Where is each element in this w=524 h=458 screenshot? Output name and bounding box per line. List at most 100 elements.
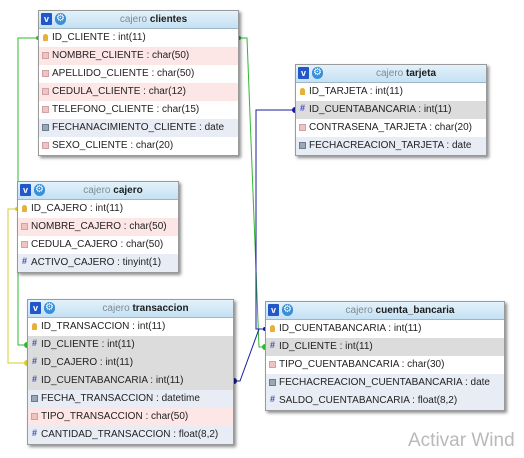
- field-row[interactable]: # ACTIVO_CAJERO : tinyint(1): [18, 254, 178, 272]
- field-row[interactable]: # ID_CUENTABANCARIA : int(11): [296, 101, 486, 119]
- text-field-icon: [42, 142, 49, 149]
- text-field-icon: [31, 413, 38, 420]
- field-label: APELLIDO_CLIENTE : char(50): [52, 68, 195, 79]
- text-field-icon: [42, 52, 49, 59]
- field-row[interactable]: TIPO_CUENTABANCARIA : char(30): [266, 356, 504, 374]
- field-row[interactable]: ID_TARJETA : int(11): [296, 83, 486, 101]
- field-row[interactable]: ID_CUENTABANCARIA : int(11): [266, 320, 504, 338]
- field-label: TIPO_CUENTABANCARIA : char(30): [279, 359, 445, 370]
- field-label: FECHA_TRANSACCION : datetime: [41, 393, 200, 404]
- text-field-icon: [42, 70, 49, 77]
- table-name: transaccion: [132, 303, 189, 314]
- table-title: cajero tarjeta: [328, 65, 484, 82]
- field-row[interactable]: FECHACREACION_TARJETA : date: [296, 137, 486, 155]
- field-row[interactable]: # ID_CAJERO : int(11): [28, 354, 233, 372]
- field-row[interactable]: # ID_CLIENTE : int(11): [28, 336, 233, 354]
- gear-icon[interactable]: ⚙: [312, 67, 323, 79]
- numeric-field-icon: #: [21, 256, 27, 266]
- collapse-toggle-icon[interactable]: v: [41, 13, 52, 25]
- collapse-toggle-icon[interactable]: v: [20, 184, 31, 196]
- field-label: NOMBRE_CAJERO : char(50): [31, 221, 167, 232]
- text-field-icon: [269, 361, 276, 368]
- field-row[interactable]: SEXO_CLIENTE : char(20): [39, 137, 238, 155]
- primary-key-icon: [43, 34, 48, 41]
- field-row[interactable]: ID_CAJERO : int(11): [18, 200, 178, 218]
- database-name: cajero: [345, 305, 373, 316]
- field-row[interactable]: NOMBRE_CLIENTE : char(50): [39, 47, 238, 65]
- field-row[interactable]: FECHACREACION_CUENTABANCARIA : date: [266, 374, 504, 392]
- field-label: CONTRASENA_TARJETA : char(20): [309, 122, 472, 133]
- relation-line: [239, 37, 265, 348]
- gear-icon[interactable]: ⚙: [44, 302, 55, 314]
- field-label: ID_CUENTABANCARIA : int(11): [309, 104, 452, 115]
- table-clientes[interactable]: v ⚙ cajero clientes ID_CLIENTE : int(11)…: [38, 10, 239, 156]
- table-title: cajero clientes: [71, 11, 236, 28]
- text-field-icon: [42, 106, 49, 113]
- gear-icon[interactable]: ⚙: [282, 304, 293, 316]
- text-field-icon: [21, 223, 28, 230]
- field-label: ID_CAJERO : int(11): [41, 357, 134, 368]
- field-label: ID_CUENTABANCARIA : int(11): [41, 375, 184, 386]
- table-title: cajero cuenta_bancaria: [298, 302, 502, 319]
- field-label: ID_CLIENTE : int(11): [41, 339, 135, 350]
- table-header[interactable]: v ⚙ cajero cajero: [18, 182, 178, 200]
- table-cuenta-bancaria[interactable]: v ⚙ cajero cuenta_bancaria ID_CUENTABANC…: [265, 301, 505, 411]
- field-label: ID_CLIENTE : int(11): [279, 341, 373, 352]
- table-name: tarjeta: [406, 68, 437, 79]
- gear-icon[interactable]: ⚙: [55, 13, 66, 25]
- field-label: FECHACREACION_TARJETA : date: [309, 140, 472, 151]
- primary-key-icon: [32, 323, 37, 330]
- table-header[interactable]: v ⚙ cajero cuenta_bancaria: [266, 302, 504, 320]
- database-name: cajero: [375, 68, 404, 79]
- field-row[interactable]: FECHA_TRANSACCION : datetime: [28, 390, 233, 408]
- field-label: SEXO_CLIENTE : char(20): [52, 140, 174, 151]
- primary-key-icon: [300, 88, 305, 95]
- gear-icon[interactable]: ⚙: [34, 184, 45, 196]
- field-label: CANTIDAD_TRANSACCION : float(8,2): [41, 429, 219, 440]
- field-row[interactable]: FECHANACIMIENTO_CLIENTE : date: [39, 119, 238, 137]
- field-row[interactable]: CONTRASENA_TARJETA : char(20): [296, 119, 486, 137]
- field-label: ID_TRANSACCION : int(11): [41, 321, 166, 332]
- text-field-icon: [21, 241, 28, 248]
- field-row[interactable]: TELEFONO_CLIENTE : char(15): [39, 101, 238, 119]
- table-header[interactable]: v ⚙ cajero clientes: [39, 11, 238, 29]
- table-name: cajero: [113, 185, 143, 196]
- table-header[interactable]: v ⚙ cajero transaccion: [28, 300, 233, 318]
- collapse-toggle-icon[interactable]: v: [268, 304, 279, 316]
- table-tarjeta[interactable]: v ⚙ cajero tarjeta ID_TARJETA : int(11) #…: [295, 64, 487, 156]
- text-field-icon: [42, 88, 49, 95]
- field-row[interactable]: NOMBRE_CAJERO : char(50): [18, 218, 178, 236]
- database-name: cajero: [83, 185, 111, 196]
- field-label: CEDULA_CAJERO : char(50): [31, 239, 164, 250]
- table-title: cajero transaccion: [60, 300, 231, 317]
- date-field-icon: [299, 142, 306, 149]
- field-label: FECHANACIMIENTO_CLIENTE : date: [52, 122, 225, 133]
- table-transaccion[interactable]: v ⚙ cajero transaccion ID_TRANSACCION : …: [27, 299, 234, 445]
- relation-line: [255, 109, 295, 330]
- primary-key-icon: [22, 205, 27, 212]
- field-label: CEDULA_CLIENTE : char(12): [52, 86, 186, 97]
- field-row[interactable]: CEDULA_CLIENTE : char(12): [39, 83, 238, 101]
- table-title: cajero cajero: [50, 182, 176, 199]
- primary-key-icon: [270, 325, 275, 332]
- field-row[interactable]: APELLIDO_CLIENTE : char(50): [39, 65, 238, 83]
- collapse-toggle-icon[interactable]: v: [298, 67, 309, 79]
- field-row[interactable]: ID_TRANSACCION : int(11): [28, 318, 233, 336]
- field-label: ACTIVO_CAJERO : tinyint(1): [31, 257, 162, 268]
- collapse-toggle-icon[interactable]: v: [30, 302, 41, 314]
- table-cajero[interactable]: v ⚙ cajero cajero ID_CAJERO : int(11) NOM…: [17, 181, 179, 273]
- field-row[interactable]: TIPO_TRANSACCION : char(50): [28, 408, 233, 426]
- numeric-field-icon: #: [31, 428, 37, 438]
- date-field-icon: [42, 124, 49, 131]
- field-row[interactable]: # ID_CLIENTE : int(11): [266, 338, 504, 356]
- field-row[interactable]: # ID_CUENTABANCARIA : int(11): [28, 372, 233, 390]
- date-field-icon: [269, 379, 276, 386]
- field-row[interactable]: # SALDO_CUENTABANCARIA : float(8,2): [266, 392, 504, 410]
- relation-line: [234, 328, 265, 382]
- field-row[interactable]: ID_CLIENTE : int(11): [39, 29, 238, 47]
- field-row[interactable]: CEDULA_CAJERO : char(50): [18, 236, 178, 254]
- field-row[interactable]: # CANTIDAD_TRANSACCION : float(8,2): [28, 426, 233, 444]
- numeric-field-icon: #: [269, 394, 275, 404]
- table-header[interactable]: v ⚙ cajero tarjeta: [296, 65, 486, 83]
- text-field-icon: [299, 124, 306, 131]
